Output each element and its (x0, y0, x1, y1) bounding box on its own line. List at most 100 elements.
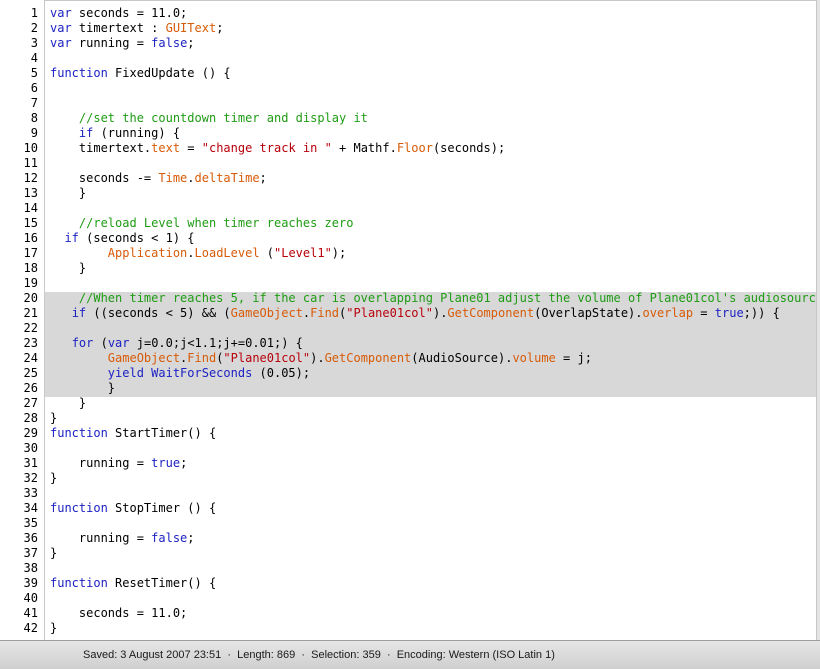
code-line[interactable]: 34 function StopTimer () { (0, 501, 816, 516)
token-kw: function (50, 426, 108, 440)
line-text: if (running) { (50, 126, 180, 141)
code-line[interactable]: 13 } (0, 186, 816, 201)
line-text: function FixedUpdate () { (50, 66, 231, 81)
line-number: 3 (30, 36, 38, 50)
code-line[interactable]: 17 Application.LoadLevel ("Level1"); (0, 246, 816, 261)
code-line[interactable]: 26 } (0, 381, 816, 396)
code-line[interactable]: 22 (0, 321, 816, 336)
code-line[interactable]: 19 (0, 276, 816, 291)
line-number: 41 (23, 606, 38, 620)
code-line[interactable]: 29 function StartTimer() { (0, 426, 816, 441)
token-text: seconds -= (50, 171, 159, 185)
line-number: 40 (23, 591, 38, 605)
top-border (0, 0, 820, 1)
line-number: 18 (23, 261, 38, 275)
code-line[interactable]: 37} (0, 546, 816, 561)
token-str: "Plane01col" (346, 306, 433, 320)
line-text: } (50, 411, 57, 426)
line-text: for (var j=0.0;j<1.1;j+=0.01;) { (50, 336, 303, 351)
code-line[interactable]: 30 (0, 441, 816, 456)
token-text: ;)) { (743, 306, 780, 320)
token-com: //set the countdown timer and display it (78, 111, 368, 125)
code-line[interactable]: 39 function ResetTimer() { (0, 576, 816, 591)
token-kw: false (151, 36, 188, 50)
code-line[interactable]: 5 function FixedUpdate () { (0, 66, 816, 81)
code-line[interactable]: 35 (0, 516, 816, 531)
line-number: 26 (23, 381, 38, 395)
token-text: = (180, 141, 202, 155)
code-line[interactable]: 8 //set the countdown timer and display … (0, 111, 816, 126)
token-text: ( (93, 336, 108, 350)
code-line[interactable]: 42} (0, 621, 816, 636)
line-number: 42 (23, 621, 38, 635)
code-line[interactable]: 14 (0, 201, 816, 216)
token-text: ; (187, 531, 195, 545)
line-number: 5 (30, 66, 38, 80)
token-text: ; (259, 171, 267, 185)
code-line[interactable]: 6 (0, 81, 816, 96)
code-line[interactable]: 11 (0, 156, 816, 171)
line-text: function StartTimer() { (50, 426, 216, 441)
token-text: (seconds < 1) { (78, 231, 195, 245)
code-line[interactable]: 3 var running = false; (0, 36, 816, 51)
code-editor[interactable]: 1 var seconds = 11.0; 2 var timertext : GUI… (0, 0, 820, 640)
token-text: seconds = 11.0; (71, 6, 188, 20)
code-line[interactable]: 23 for (var j=0.0;j<1.1;j+=0.01;) { (0, 336, 816, 351)
status-bar: Saved: 3 August 2007 23:51 · Length: 869… (0, 640, 820, 669)
line-text: timertext.text = "change track in " + Ma… (50, 141, 505, 156)
code-line[interactable]: 4 (0, 51, 816, 66)
code-line[interactable]: 27 } (0, 396, 816, 411)
token-text: ; (216, 21, 224, 35)
token-text: } (50, 261, 87, 275)
token-kw: function (50, 501, 108, 515)
line-number: 21 (23, 306, 38, 320)
line-text: GameObject.Find("Plane01col").GetCompone… (50, 351, 592, 366)
code-line[interactable]: 12 seconds -= Time.deltaTime; (0, 171, 816, 186)
line-number: 28 (23, 411, 38, 425)
token-text: = (693, 306, 715, 320)
token-str: "Level1" (274, 246, 332, 260)
code-line[interactable]: 7 (0, 96, 816, 111)
line-text: } (50, 546, 57, 561)
token-text: } (50, 411, 58, 425)
code-line[interactable]: 20 //When timer reaches 5, if the car is… (0, 291, 820, 306)
token-text: timertext : (71, 21, 166, 35)
vertical-scrollbar[interactable] (816, 0, 820, 640)
code-line[interactable]: 40 (0, 591, 816, 606)
code-line[interactable]: 21 if ((seconds < 5) && (GameObject.Find… (0, 306, 816, 321)
code-line[interactable]: 16 if (seconds < 1) { (0, 231, 816, 246)
token-kw: if (78, 126, 94, 140)
code-line[interactable]: 38 (0, 561, 816, 576)
code-line[interactable]: 2 var timertext : GUIText; (0, 21, 816, 36)
code-line[interactable]: 18 } (0, 261, 816, 276)
token-text: } (50, 471, 58, 485)
code-line[interactable]: 25 yield WaitForSeconds (0.05); (0, 366, 816, 381)
line-number: 16 (23, 231, 38, 245)
token-text: . (187, 246, 195, 260)
code-line[interactable]: 41 seconds = 11.0; (0, 606, 816, 621)
code-line[interactable]: 24 GameObject.Find("Plane01col").GetComp… (0, 351, 816, 366)
code-line[interactable]: 10 timertext.text = "change track in " +… (0, 141, 816, 156)
line-number: 11 (23, 156, 38, 170)
code-line[interactable]: 36 running = false; (0, 531, 816, 546)
line-text: seconds -= Time.deltaTime; (50, 171, 267, 186)
line-number: 19 (23, 276, 38, 290)
code-line[interactable]: 28} (0, 411, 816, 426)
code-line[interactable]: 1 var seconds = 11.0; (0, 6, 816, 21)
token-cls: Find (187, 351, 217, 365)
code-line[interactable]: 31 running = true; (0, 456, 816, 471)
line-number: 13 (23, 186, 38, 200)
code-line[interactable]: 33 (0, 486, 816, 501)
token-kw: if (71, 306, 87, 320)
code-line[interactable]: 15 //reload Level when timer reaches zer… (0, 216, 816, 231)
line-number: 30 (23, 441, 38, 455)
token-text: ). (432, 306, 448, 320)
code-line[interactable]: 9 if (running) { (0, 126, 816, 141)
token-str: "Plane01col" (223, 351, 311, 365)
token-text: seconds = 11.0; (50, 606, 188, 620)
code-line[interactable]: 32} (0, 471, 816, 486)
token-cls: Application (107, 246, 188, 260)
